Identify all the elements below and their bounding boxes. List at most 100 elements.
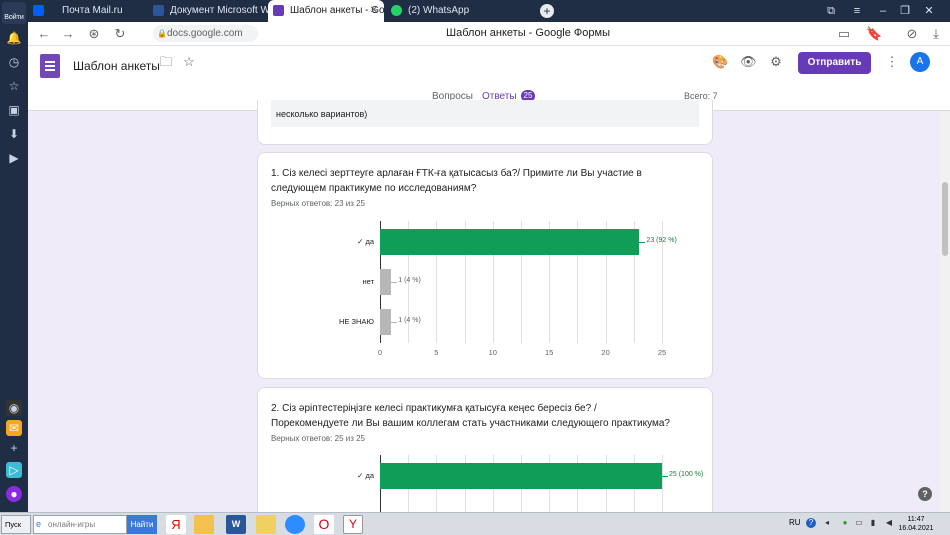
data-label: 23 (92 %)	[646, 237, 677, 244]
x-tick-label: 0	[377, 348, 383, 357]
tab-title: (2) WhatsApp	[408, 5, 470, 16]
login-button[interactable]: Войти	[2, 2, 26, 24]
zoom-icon[interactable]	[285, 515, 305, 534]
address-bar: ← → ⊛ ↻ 🔒 docs.google.com Шаблон анкеты …	[28, 22, 950, 46]
url-field[interactable]: 🔒 docs.google.com	[153, 25, 258, 42]
palette-icon[interactable]: 🎨	[712, 54, 728, 70]
tabs-menu-icon[interactable]: ⧉	[824, 4, 838, 18]
label-leader-line	[639, 242, 646, 243]
tab-word[interactable]: Документ Microsoft Word	[148, 0, 268, 22]
close-icon[interactable]: ✕	[370, 0, 378, 22]
folder-icon[interactable]: 🗀	[158, 54, 174, 70]
question-card: 1. Сіз келесі зерттеуге арлаған ҒТК-ға қ…	[257, 152, 713, 379]
send-button[interactable]: Отправить	[798, 52, 871, 74]
bell-icon[interactable]: 🔔	[6, 30, 22, 46]
help-icon[interactable]: ?	[918, 487, 932, 501]
alice-icon[interactable]: ●	[6, 486, 22, 502]
x-tick-label: 20	[601, 348, 610, 357]
window-close-icon[interactable]: ✕	[922, 4, 936, 18]
scrollbar[interactable]	[940, 111, 950, 512]
category-label: ✓ да	[357, 237, 374, 246]
whatsapp-icon	[391, 5, 402, 16]
download-icon[interactable]: ⬇	[6, 126, 22, 142]
x-tick-label: 25	[657, 348, 667, 357]
scrollbar-thumb[interactable]	[942, 182, 948, 256]
start-button[interactable]: Пуск	[1, 515, 31, 534]
data-label: 1 (4 %)	[398, 277, 421, 284]
display-icon[interactable]: ▭	[854, 518, 864, 528]
more-vert-icon[interactable]: ⋮	[884, 54, 900, 70]
question-card: 2. Сіз әріптестеріңізге келесі практикум…	[257, 387, 713, 535]
vk-icon[interactable]: ◉	[6, 400, 22, 416]
reader-icon[interactable]: ▭	[836, 26, 852, 42]
extension-icon[interactable]: ⊘	[904, 26, 920, 42]
data-label: 1 (4 %)	[398, 317, 421, 324]
category-label: НЕ ЗНАЮ	[338, 317, 374, 326]
opera-icon[interactable]: O	[314, 515, 334, 534]
forms-icon	[273, 5, 284, 16]
forms-logo-icon[interactable]	[40, 54, 60, 78]
page-title: Шаблон анкеты - Google Формы	[446, 27, 610, 39]
x-tick-label: 5	[434, 348, 439, 357]
yandex-icon[interactable]: Я	[166, 515, 186, 534]
reload-icon[interactable]: ↻	[112, 26, 128, 42]
word-app-icon[interactable]: W	[226, 515, 246, 534]
tab-title: Документ Microsoft Word	[170, 5, 268, 16]
star-icon[interactable]: ☆	[181, 54, 197, 70]
network-icon[interactable]: ▮	[868, 518, 878, 528]
data-label: 25 (100 %)	[669, 471, 704, 478]
protect-icon[interactable]: ⊛	[86, 26, 102, 42]
tab-mail[interactable]: Почта Mail.ru	[28, 0, 148, 22]
collections-icon[interactable]: ▣	[6, 102, 22, 118]
bar-chart: ✓ да 23 (92 %) нет 1 (4 %) НЕ ЗНАЮ 1 (4 %) 0 5 1…	[258, 153, 714, 380]
explorer-icon[interactable]	[256, 515, 276, 534]
tab-strip: Почта Mail.ru Документ Microsoft Word Ша…	[28, 0, 950, 22]
bar	[380, 463, 662, 489]
label-leader-line	[391, 282, 398, 283]
back-icon[interactable]: ←	[36, 26, 52, 42]
restore-icon[interactable]: ❐	[898, 4, 912, 18]
help-tray-icon[interactable]: ?	[806, 518, 816, 528]
browser-sidebar: Войти 🔔 ◷ ☆ ▣ ⬇ ▶ ◉ ✉ + ▷ ●	[0, 0, 28, 512]
clock[interactable]: 11:47 16.04.2021	[898, 515, 934, 533]
taskbar-search-input[interactable]: e онлайн-игры	[33, 515, 127, 534]
taskbar-search-button[interactable]: Найти	[127, 515, 157, 534]
search-placeholder: онлайн-игры	[48, 520, 96, 529]
history-icon[interactable]: ◷	[6, 54, 22, 70]
bookmark-icon[interactable]: ☆	[6, 78, 22, 94]
taskbar: Пуск e онлайн-игры Найти Я W O Y RU ? ◂ …	[0, 512, 950, 535]
avatar[interactable]: A	[910, 52, 930, 72]
login-label: Войти	[4, 14, 24, 21]
menu-icon[interactable]: ≡	[850, 4, 864, 18]
bookmark-page-icon[interactable]: 🔖	[866, 26, 882, 42]
previous-question-card: несколько вариантов)	[257, 100, 713, 145]
ie-icon: e	[36, 519, 42, 529]
volume-icon[interactable]: ◀	[884, 518, 894, 528]
settings-gear-icon[interactable]: ⚙	[768, 54, 784, 70]
add-panel-icon[interactable]: +	[6, 440, 22, 456]
mail-app-icon[interactable]: ✉	[6, 420, 22, 436]
start-label: Пуск	[5, 520, 22, 529]
language-indicator[interactable]: RU	[789, 518, 801, 527]
label-leader-line	[391, 322, 398, 323]
tab-whatsapp[interactable]: (2) WhatsApp	[386, 0, 506, 22]
category-label: ✓ да	[357, 471, 374, 480]
media-player-icon[interactable]	[194, 515, 214, 534]
player-icon[interactable]: ▶	[6, 150, 22, 166]
mail-icon	[33, 5, 44, 16]
chevron-left-icon[interactable]: ◂	[822, 518, 832, 528]
messenger-icon[interactable]: ▷	[6, 462, 22, 478]
new-tab-button[interactable]: +	[540, 4, 554, 18]
form-title[interactable]: Шаблон анкеты	[73, 59, 160, 73]
yandex-browser-icon[interactable]: Y	[343, 515, 363, 534]
clock-time: 11:47	[907, 516, 925, 523]
minimize-icon[interactable]: –	[876, 4, 890, 18]
antivirus-icon[interactable]: ●	[840, 518, 850, 528]
word-icon	[153, 5, 164, 16]
url-text: docs.google.com	[167, 28, 243, 39]
download-icon[interactable]: ⤓	[928, 26, 944, 42]
preview-eye-icon[interactable]: 👁	[740, 54, 757, 70]
tab-forms[interactable]: Шаблон анкеты - Goog ✕	[268, 0, 384, 22]
forward-icon[interactable]: →	[60, 26, 76, 42]
clock-date: 16.04.2021	[898, 525, 934, 532]
